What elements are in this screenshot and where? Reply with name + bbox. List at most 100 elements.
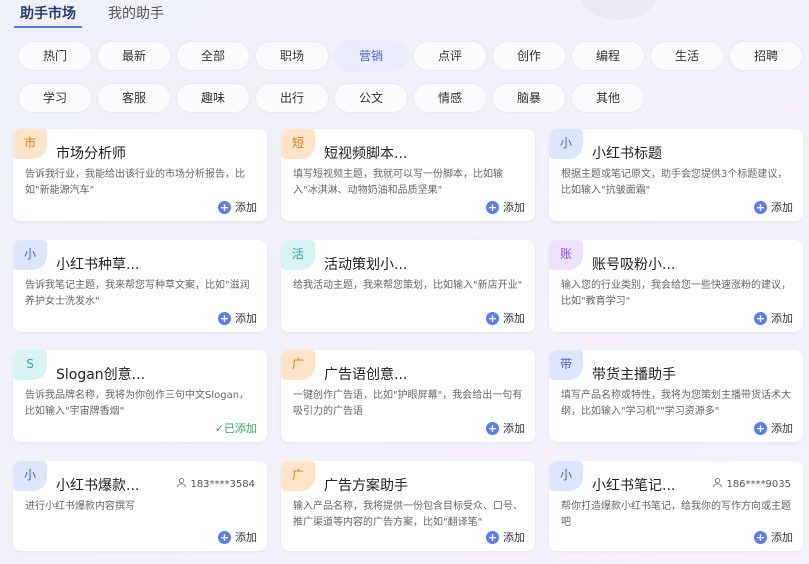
assistant-badge: 带 [549, 350, 583, 380]
assistant-badge: 小 [549, 129, 583, 159]
category-chip[interactable]: 点评 [414, 42, 486, 70]
add-label: 添加 [235, 531, 257, 544]
top-tabs: 助手市场 我的助手 [14, 4, 170, 28]
assistant-description: 给我活动主题，我来帮您策划，比如输入"新店开业" [293, 280, 523, 291]
add-button[interactable]: + 添加 [754, 529, 793, 545]
add-label: 添加 [235, 201, 257, 214]
assistant-description: 输入产品名称，我将提供一份包含目标受众、口号、推广渠道等内容的广告方案，比如"翻… [293, 501, 523, 528]
category-chip[interactable]: 最新 [98, 42, 170, 70]
add-button[interactable]: + 添加 [754, 199, 793, 215]
add-button[interactable]: + 添加 [486, 199, 525, 215]
assistant-description: 告诉我笔记主题，我来帮您写种草文案，比如"滋润养护女士洗发水" [25, 280, 250, 307]
assistant-card[interactable]: 广广告方案助手输入产品名称，我将提供一份包含目标受众、口号、推广渠道等内容的广告… [281, 461, 535, 551]
add-button[interactable]: + 添加 [754, 420, 793, 436]
assistant-badge: 小 [13, 240, 47, 270]
assistant-badge: 小 [549, 461, 583, 491]
assistant-badge: 活 [281, 240, 315, 270]
assistant-description: 填写产品名称或特性，我将为您策划主播带货话术大纲，比如输入"学习机""学习资源多… [561, 390, 791, 417]
assistant-title: 短视频脚本... [324, 146, 408, 162]
category-chip[interactable]: 脑暴 [493, 84, 565, 112]
assistant-card[interactable]: 小小红书标题根据主题或笔记原文，助手会您提供3个标题建议，比如输入"抗皱面霜" +… [549, 129, 803, 221]
category-chip[interactable]: 营销 [335, 42, 407, 70]
add-label: 添加 [771, 201, 793, 214]
assistant-title: 小红书种草... [56, 257, 140, 273]
category-chip[interactable]: 公文 [335, 84, 407, 112]
add-button[interactable]: + 添加 [218, 199, 257, 215]
category-chip[interactable]: 趣味 [177, 84, 249, 112]
add-button[interactable]: + 添加 [218, 310, 257, 326]
assistant-title: 账号吸粉小... [592, 257, 676, 273]
category-chip[interactable]: 其他 [572, 84, 644, 112]
plus-icon: + [754, 311, 767, 325]
add-label: 添加 [503, 312, 525, 325]
category-chip[interactable]: 招聘 [730, 42, 802, 70]
plus-icon: + [218, 200, 231, 214]
plus-icon: + [218, 311, 231, 325]
add-button[interactable]: + 添加 [486, 529, 525, 545]
plus-icon: + [754, 530, 767, 544]
assistant-badge: 广 [281, 461, 315, 491]
plus-icon: + [754, 200, 767, 214]
assistant-title: 小红书笔记... [592, 478, 676, 494]
assistant-badge: 市 [13, 129, 47, 159]
owner-phone: 183****3584 [190, 478, 255, 490]
assistant-badge: S [13, 350, 47, 380]
category-row-1: 热门 最新 全部 职场 营销 点评 创作 编程 生活 招聘 [19, 42, 809, 74]
user-icon [176, 477, 187, 491]
assistant-card[interactable]: 广广告语创意... 一键创作广告语，比如"护眼屏幕"，我会给出一句有吸引力的广告语… [281, 350, 535, 442]
assistant-card[interactable]: 小小红书种草... 告诉我笔记主题，我来帮您写种草文案，比如"滋润养护女士洗发水"… [13, 240, 267, 332]
add-button[interactable]: + 添加 [486, 310, 525, 326]
assistant-card[interactable]: 小小红书爆款... 183****3584 进行小红书爆款内容撰写 + 添加 [13, 461, 267, 551]
tab-my-assistants[interactable]: 我的助手 [102, 4, 170, 28]
plus-icon: + [486, 311, 499, 325]
assistant-card[interactable]: 短短视频脚本... 填写短视频主题，我就可以写一份脚本，比如输入"冰淇淋、动物奶油… [281, 129, 535, 221]
plus-icon: + [218, 530, 231, 544]
add-label: 添加 [503, 422, 525, 435]
background-decoration [579, 0, 659, 20]
add-label: 添加 [503, 531, 525, 544]
owner-phone: 186****9035 [726, 478, 791, 490]
assistant-card[interactable]: 小小红书笔记... 186****9035 帮你打造爆款小红书笔记，给我你的写作方向… [549, 461, 803, 551]
assistant-badge: 短 [281, 129, 315, 159]
category-chip[interactable]: 编程 [572, 42, 644, 70]
assistant-card[interactable]: 账账号吸粉小... 输入您的行业类别，我会给您一些快速涨粉的建议，比如"教育学习"… [549, 240, 803, 332]
assistant-description: 根据主题或笔记原文，助手会您提供3个标题建议，比如输入"抗皱面霜" [561, 169, 788, 196]
assistant-badge: 小 [13, 461, 47, 491]
plus-icon: + [486, 200, 499, 214]
tab-assistant-market[interactable]: 助手市场 [14, 4, 82, 28]
category-chip[interactable]: 生活 [651, 42, 723, 70]
category-chip[interactable]: 学习 [19, 84, 91, 112]
assistant-description: 告诉我行业，我能给出该行业的市场分析报告，比如"新能源汽车" [25, 169, 245, 196]
assistant-card[interactable]: 带带货主播助手 填写产品名称或特性，我将为您策划主播带货话术大纲，比如输入"学习机… [549, 350, 803, 442]
category-chip[interactable]: 创作 [493, 42, 565, 70]
assistant-owner: 186****9035 [712, 477, 791, 491]
assistant-title: 活动策划小... [324, 257, 408, 273]
assistant-title: 小红书标题 [592, 146, 662, 162]
assistant-title: 小红书爆款... [56, 478, 140, 494]
assistant-card[interactable]: 市市场分析师告诉我行业，我能给出该行业的市场分析报告，比如"新能源汽车" + 添加 [13, 129, 267, 221]
assistant-title: 广告方案助手 [324, 478, 408, 494]
assistant-description: 进行小红书爆款内容撰写 [25, 501, 135, 512]
assistant-title: 广告语创意... [324, 367, 408, 383]
category-chip[interactable]: 出行 [256, 84, 328, 112]
category-chip[interactable]: 客服 [98, 84, 170, 112]
assistant-description: 输入您的行业类别，我会给您一些快速涨粉的建议，比如"教育学习" [561, 280, 791, 307]
user-icon [712, 477, 723, 491]
category-chip[interactable]: 热门 [19, 42, 91, 70]
category-chip[interactable]: 全部 [177, 42, 249, 70]
assistant-card[interactable]: 活活动策划小... 给我活动主题，我来帮您策划，比如输入"新店开业" + 添加 [281, 240, 535, 332]
add-label: 添加 [771, 422, 793, 435]
add-label: 添加 [771, 531, 793, 544]
assistant-owner: 183****3584 [176, 477, 255, 491]
assistant-badge: 账 [549, 240, 583, 270]
assistant-description: 告诉我品牌名称，我将为你创作三句中文Slogan，比如输入"宇宙牌香烟" [25, 390, 250, 417]
add-button[interactable]: + 添加 [486, 420, 525, 436]
category-chip[interactable]: 情感 [414, 84, 486, 112]
add-button[interactable]: + 添加 [218, 529, 257, 545]
assistant-title: Slogan创意... [56, 367, 146, 383]
add-button[interactable]: + 添加 [754, 310, 793, 326]
assistant-title: 市场分析师 [56, 146, 126, 162]
category-chip[interactable]: 职场 [256, 42, 328, 70]
plus-icon: + [754, 421, 767, 435]
assistant-card[interactable]: S Slogan创意... 告诉我品牌名称，我将为你创作三句中文Slogan，比如输… [13, 350, 267, 442]
